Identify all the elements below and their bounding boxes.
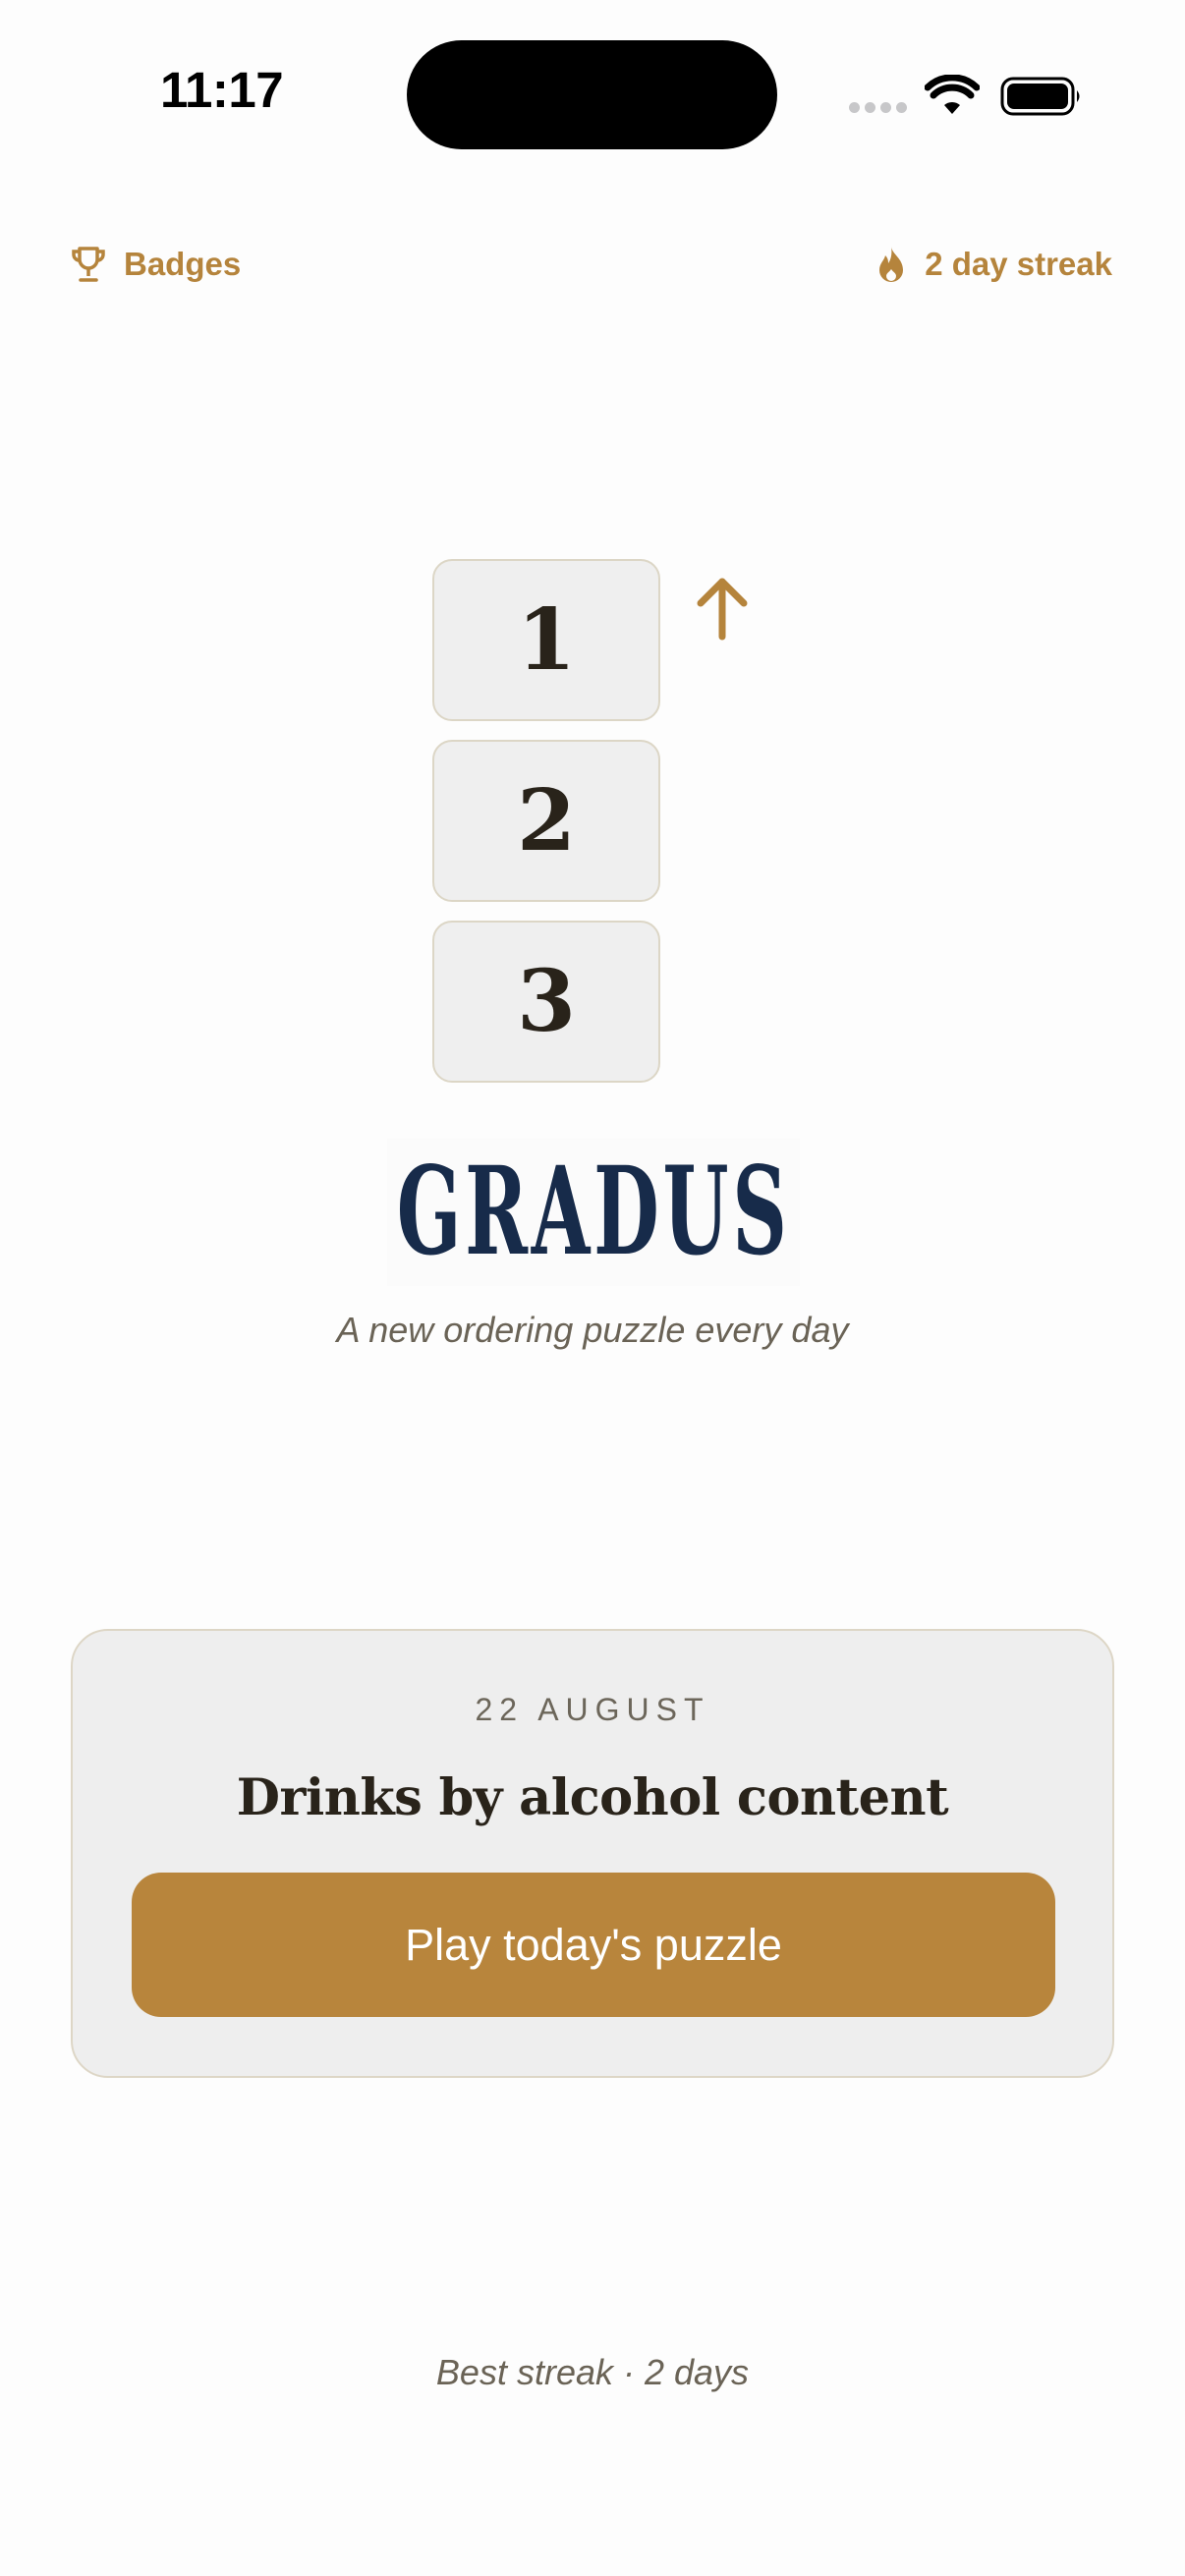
puzzle-title: Drinks by alcohol content (236, 1768, 949, 1827)
number-tile-3: 3 (432, 921, 660, 1083)
arrow-up-icon (697, 578, 748, 641)
badges-link[interactable]: Badges (71, 240, 241, 289)
play-puzzle-button[interactable]: Play today's puzzle (132, 1873, 1055, 2017)
streak-label: 2 day streak (925, 246, 1112, 282)
streak-indicator[interactable]: 2 day streak (875, 240, 1112, 289)
badges-label: Badges (124, 246, 242, 282)
trophy-icon (72, 247, 105, 282)
puzzle-date: 22 AUGUST (475, 1692, 710, 1727)
number-tile-2: 2 (432, 740, 660, 902)
number-tile-1: 1 (432, 559, 660, 721)
cellular-signal-icon (849, 102, 907, 113)
flame-icon (879, 247, 904, 282)
status-bar-time: 11:17 (160, 62, 284, 118)
tagline: A new ordering puzzle every day (336, 1310, 849, 1350)
logo-text: GRADUS (396, 1141, 791, 1283)
wifi-icon (925, 75, 980, 114)
battery-icon (1000, 77, 1080, 116)
app-logo: GRADUS (387, 1139, 800, 1286)
daily-puzzle-card: 22 AUGUST Drinks by alcohol content Play… (71, 1629, 1114, 2078)
dynamic-island (407, 40, 777, 149)
best-streak-text: Best streak · 2 days (435, 2352, 750, 2392)
